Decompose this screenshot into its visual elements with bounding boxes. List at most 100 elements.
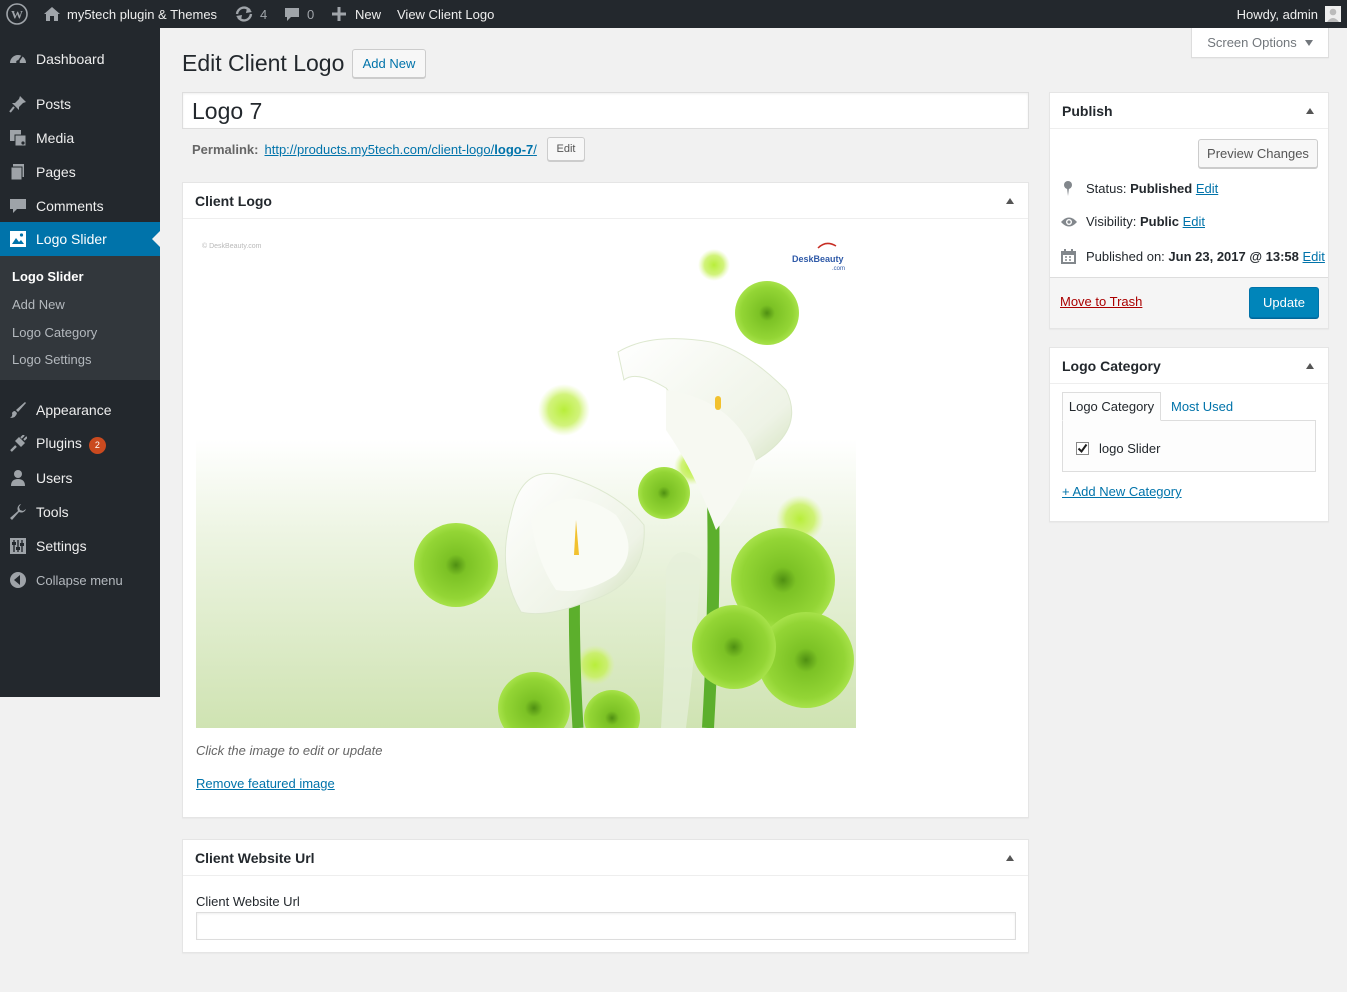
image-brand-logo-sub: .com	[832, 266, 845, 272]
submenu-logo-settings[interactable]: Logo Settings	[12, 352, 92, 367]
page-title: Edit Client Logo	[182, 50, 345, 76]
paintbrush-icon	[9, 401, 27, 419]
edit-visibility-link[interactable]: Edit	[1183, 214, 1205, 229]
caret-down-icon	[1304, 39, 1313, 46]
status-label: Status:	[1086, 180, 1127, 196]
client-website-url-input[interactable]	[196, 912, 1016, 940]
add-new-category-link[interactable]: + Add New Category	[1062, 484, 1182, 499]
submenu-logo-slider[interactable]: Logo Slider	[12, 269, 84, 284]
plugins-update-badge: 2	[88, 436, 106, 454]
collapse-toggle-icon[interactable]	[1306, 363, 1314, 369]
menu-media[interactable]: Media	[0, 121, 160, 155]
comments-link[interactable]: 0	[283, 0, 314, 28]
updates-count: 4	[260, 6, 268, 22]
plus-icon	[332, 7, 346, 21]
category-item-label: logo Slider	[1099, 441, 1161, 456]
featured-image[interactable]: © DeskBeauty.com DeskBeauty .com	[196, 230, 856, 728]
submenu-add-new[interactable]: Add New	[12, 297, 65, 312]
menu-posts-label: Posts	[36, 96, 72, 112]
new-content-link[interactable]: New	[332, 0, 381, 28]
menu-plugins[interactable]: Plugins 2	[0, 427, 160, 461]
calendar-icon	[1060, 248, 1077, 265]
post-title-input[interactable]: Logo 7	[182, 92, 1029, 129]
client-logo-box: Client Logo © DeskBeauty.com DeskBeauty …	[182, 182, 1029, 818]
menu-dashboard[interactable]: Dashboard	[0, 42, 160, 76]
menu-comments[interactable]: Comments	[0, 189, 160, 223]
collapse-toggle-icon[interactable]	[1006, 198, 1014, 204]
edit-status-link[interactable]: Edit	[1196, 181, 1218, 196]
updates-link[interactable]: 4	[234, 0, 267, 28]
menu-appearance[interactable]: Appearance	[0, 393, 160, 427]
updates-icon	[234, 5, 254, 23]
avatar	[1325, 6, 1341, 22]
category-checklist: logo Slider	[1062, 420, 1316, 472]
client-logo-box-header[interactable]: Client Logo	[183, 183, 1028, 219]
menu-settings[interactable]: Settings	[0, 529, 160, 563]
category-checkbox[interactable]	[1076, 442, 1089, 455]
submenu-logo-category[interactable]: Logo Category	[12, 325, 97, 340]
dashboard-icon	[9, 50, 27, 68]
permalink-base: http://products.my5tech.com/client-logo/	[264, 142, 495, 157]
client-logo-box-title: Client Logo	[195, 192, 272, 209]
logo-slider-submenu: Logo Slider Add New Logo Category Logo S…	[0, 256, 160, 380]
comments-icon	[9, 197, 27, 215]
permalink-slug: logo-7	[494, 142, 534, 157]
screen-options-button[interactable]: Screen Options	[1191, 28, 1329, 58]
category-box-header[interactable]: Logo Category	[1050, 348, 1328, 384]
greeting: Howdy, admin	[1236, 6, 1318, 22]
status-row: Status: Published Edit	[1060, 180, 1218, 196]
published-date-row: Published on: Jun 23, 2017 @ 13:58 Edit	[1060, 248, 1325, 265]
url-box-header[interactable]: Client Website Url	[183, 840, 1028, 876]
comments-count: 0	[307, 6, 315, 22]
menu-users-label: Users	[36, 470, 73, 486]
pages-icon	[9, 163, 27, 181]
menu-logo-slider-label: Logo Slider	[36, 231, 107, 247]
category-item[interactable]: logo Slider	[1076, 441, 1160, 456]
permalink-url[interactable]: http://products.my5tech.com/client-logo/…	[264, 142, 536, 157]
menu-dashboard-label: Dashboard	[36, 51, 105, 67]
my-account-link[interactable]: Howdy, admin	[1237, 0, 1341, 28]
move-to-trash-link[interactable]: Move to Trash	[1060, 294, 1142, 309]
permalink-label: Permalink:	[192, 142, 259, 157]
edit-date-link[interactable]: Edit	[1303, 249, 1325, 264]
menu-pages[interactable]: Pages	[0, 155, 160, 189]
collapse-menu-button[interactable]: Collapse menu	[0, 563, 160, 597]
collapse-toggle-icon[interactable]	[1006, 855, 1014, 861]
publish-actions: Move to Trash Update	[1050, 277, 1328, 328]
menu-comments-label: Comments	[36, 198, 104, 214]
site-name: my5tech plugin & Themes	[67, 6, 218, 22]
checkmark-icon	[1077, 443, 1088, 454]
screen-options-label: Screen Options	[1207, 35, 1297, 50]
view-client-logo-link[interactable]: View Client Logo	[397, 0, 494, 28]
collapse-toggle-icon[interactable]	[1306, 108, 1314, 114]
wordpress-logo-icon[interactable]: W	[6, 0, 28, 28]
image-brand-logo: DeskBeauty	[792, 254, 844, 264]
pushpin-icon	[9, 95, 27, 113]
plugins-label-text: Plugins	[36, 434, 82, 451]
menu-users[interactable]: Users	[0, 461, 160, 495]
tab-most-used[interactable]: Most Used	[1171, 399, 1233, 414]
menu-tools[interactable]: Tools	[0, 495, 160, 529]
site-name-link[interactable]: my5tech plugin & Themes	[43, 0, 217, 28]
url-field-label: Client Website Url	[196, 894, 300, 909]
menu-tools-label: Tools	[36, 504, 69, 520]
publish-box-header[interactable]: Publish	[1050, 93, 1328, 129]
pin-icon	[1060, 180, 1076, 196]
plug-icon	[9, 435, 27, 453]
preview-changes-button[interactable]: Preview Changes	[1198, 139, 1318, 168]
remove-featured-image-link[interactable]: Remove featured image	[196, 776, 335, 791]
update-button[interactable]: Update	[1249, 287, 1319, 318]
settings-sliders-icon	[9, 537, 27, 555]
permalink-edit-button[interactable]: Edit	[547, 137, 585, 161]
menu-media-label: Media	[36, 130, 75, 146]
add-new-button[interactable]: Add New	[352, 49, 426, 78]
visibility-row: Visibility: Public Edit	[1060, 214, 1205, 229]
publish-box-title: Publish	[1062, 102, 1113, 119]
menu-logo-slider[interactable]: Logo Slider	[0, 222, 160, 256]
image-hint: Click the image to edit or update	[196, 743, 383, 758]
view-client-logo-label: View Client Logo	[397, 6, 495, 22]
tab-all-categories[interactable]: Logo Category	[1062, 392, 1161, 421]
client-website-url-box: Client Website Url Client Website Url	[182, 839, 1029, 953]
menu-posts[interactable]: Posts	[0, 87, 160, 121]
admin-bar: W my5tech plugin & Themes 4 0 New View C…	[0, 0, 1347, 28]
